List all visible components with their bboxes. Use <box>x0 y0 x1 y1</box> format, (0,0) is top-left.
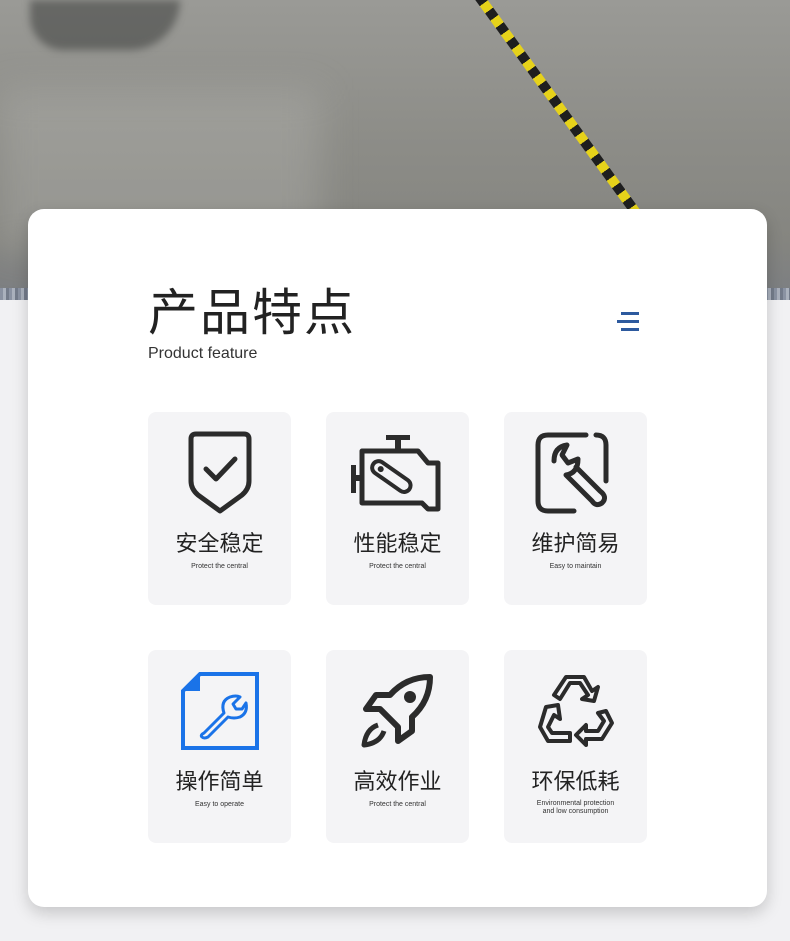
feature-subtitle: Protect the central <box>191 563 248 570</box>
feature-title: 环保低耗 <box>531 770 620 795</box>
feature-subtitle: Protect the central <box>369 563 426 570</box>
feature-subtitle: Easy to maintain <box>549 563 602 570</box>
feature-tile-performance: 性能稳定 Protect the central <box>326 412 469 605</box>
feature-subtitle: Easy to operate <box>194 801 245 808</box>
feature-tile-operation: 操作简单 Easy to operate <box>148 650 291 843</box>
feature-subtitle: Protect the central <box>369 801 426 808</box>
feature-subtitle-line2: and low consumption <box>542 808 609 815</box>
feature-title: 安全稳定 <box>175 532 264 557</box>
floor-shadow <box>30 0 180 50</box>
feature-tile-maintenance: 维护简易 Easy to maintain <box>504 412 647 605</box>
feature-tile-safety: 安全稳定 Protect the central <box>148 412 291 605</box>
page-subtitle: Product feature <box>148 345 258 362</box>
feature-subtitle-line1: Environmental protection <box>536 800 615 807</box>
recycle-icon <box>537 675 614 747</box>
wrench-icon <box>535 432 608 514</box>
feature-title: 高效作业 <box>353 770 442 795</box>
engine-icon <box>350 435 440 512</box>
feature-title: 性能稳定 <box>353 532 442 557</box>
feature-tile-efficiency: 高效作业 Protect the central <box>326 650 469 843</box>
document-wrench-icon <box>180 672 259 750</box>
hazard-rope <box>468 0 647 225</box>
menu-icon[interactable] <box>617 311 641 333</box>
page-title: 产品特点 <box>148 284 356 342</box>
shield-check-icon <box>188 431 251 514</box>
feature-title: 维护简易 <box>531 532 620 557</box>
rocket-icon <box>361 674 433 748</box>
feature-title: 操作简单 <box>175 770 264 795</box>
feature-tile-eco: 环保低耗 Environmental protection and low co… <box>504 650 647 843</box>
